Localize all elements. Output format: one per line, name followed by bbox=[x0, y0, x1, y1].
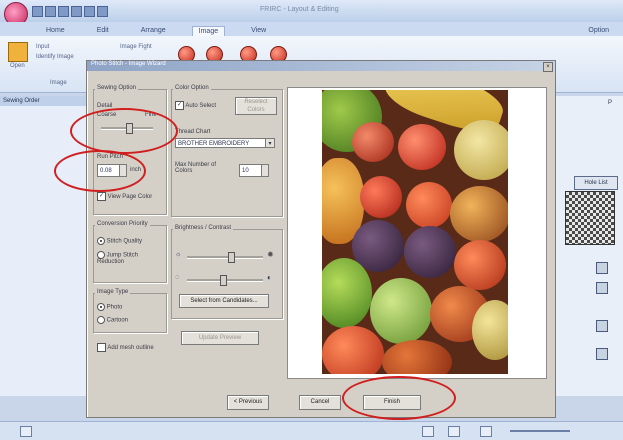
print-icon[interactable] bbox=[97, 6, 108, 17]
scroll-left-button[interactable] bbox=[20, 426, 32, 437]
sewing-option-label: Sewing Option bbox=[95, 85, 139, 91]
save-icon[interactable] bbox=[58, 6, 69, 17]
photo-label: Photo bbox=[106, 304, 123, 311]
zoom-slider[interactable] bbox=[510, 430, 570, 432]
annotation-circle-detail bbox=[70, 108, 178, 154]
add-mesh-outline-label: Add mesh outline bbox=[107, 345, 154, 352]
max-colors-label: Max Number of Colors bbox=[175, 162, 217, 174]
redo-icon[interactable] bbox=[84, 6, 95, 17]
annotation-circle-run-pitch bbox=[54, 150, 146, 192]
brightness-slider[interactable] bbox=[187, 252, 263, 263]
cartoon-label: Cartoon bbox=[106, 317, 129, 324]
add-mesh-outline-checkbox[interactable]: Add mesh outline bbox=[97, 343, 154, 352]
checkbox-checked-icon[interactable]: ✓ bbox=[97, 192, 106, 201]
chevron-down-icon[interactable]: ▾ bbox=[265, 139, 274, 147]
ribbon-tabs: Home Edit Arrange Image View bbox=[40, 26, 272, 36]
open-label: Open bbox=[10, 63, 25, 69]
hole-list-button[interactable]: Hole List bbox=[574, 176, 618, 190]
radio-photo[interactable]: Photo bbox=[97, 303, 122, 311]
contrast-slider-thumb[interactable] bbox=[220, 275, 227, 286]
thread-chart-value: BROTHER EMBROIDERY bbox=[178, 141, 250, 147]
tab-view[interactable]: View bbox=[245, 26, 272, 36]
brightness-slider-thumb[interactable] bbox=[228, 252, 235, 263]
quick-access-toolbar bbox=[32, 6, 108, 17]
pane-tool-icon[interactable] bbox=[596, 282, 608, 294]
color-option-label: Color Option bbox=[173, 85, 211, 91]
auto-select-label: Auto Select bbox=[185, 103, 217, 110]
window-title: FRIRC - Layout & Editing bbox=[260, 6, 339, 13]
image-preview-panel bbox=[287, 87, 547, 379]
close-icon[interactable]: × bbox=[543, 62, 553, 72]
auto-select-checkbox[interactable]: ✓ Auto Select bbox=[175, 101, 216, 110]
previous-button[interactable]: < Previous bbox=[227, 395, 269, 410]
right-pane-label: P bbox=[608, 100, 613, 106]
tab-image[interactable]: Image bbox=[191, 26, 226, 36]
reselect-colors-button[interactable]: Reselect Colors bbox=[235, 97, 277, 115]
fruit-photo-preview bbox=[322, 90, 508, 374]
stitch-quality-label: Stitch Quality bbox=[106, 238, 143, 245]
tab-home[interactable]: Home bbox=[40, 26, 71, 36]
ribbon-group-label: Image bbox=[50, 80, 67, 86]
page-nav-button[interactable] bbox=[422, 426, 434, 437]
contrast-low-icon: ◌ bbox=[175, 274, 180, 281]
radio-stitch-quality[interactable]: Stitch Quality bbox=[97, 237, 142, 245]
max-colors-value: 10 bbox=[242, 167, 249, 174]
view-page-color-label: View Page Color bbox=[107, 194, 153, 201]
page-nav-button[interactable] bbox=[448, 426, 460, 437]
max-colors-stepper[interactable]: 10 bbox=[239, 164, 269, 177]
ribbon-fight-button[interactable]: Image Fight bbox=[120, 44, 152, 50]
sewing-order-title: Sewing Order bbox=[0, 96, 86, 106]
options-menu[interactable]: Option bbox=[588, 27, 609, 34]
checkbox-icon[interactable] bbox=[97, 343, 106, 352]
page-nav-button[interactable] bbox=[480, 426, 492, 437]
dialog-title: Photo Stitch - Image Wizard bbox=[87, 61, 555, 71]
contrast-high-icon: ◐ bbox=[267, 273, 272, 282]
brightness-low-icon: ☼ bbox=[175, 251, 182, 258]
checkbox-checked-icon[interactable]: ✓ bbox=[175, 101, 184, 110]
conversion-priority-label: Conversion Priority bbox=[95, 221, 150, 227]
radio-selected-icon[interactable] bbox=[97, 237, 105, 245]
ribbon-input-button[interactable]: Input bbox=[36, 44, 49, 50]
undo-icon[interactable] bbox=[71, 6, 82, 17]
pane-tool-icon[interactable] bbox=[596, 320, 608, 332]
radio-icon[interactable] bbox=[97, 316, 105, 324]
thread-chart-select[interactable]: BROTHER EMBROIDERY ▾ bbox=[175, 138, 275, 148]
open-icon[interactable] bbox=[45, 6, 56, 17]
select-from-candidates-button[interactable]: Select from Candidates... bbox=[179, 294, 269, 308]
pane-tool-icon[interactable] bbox=[596, 348, 608, 360]
radio-jump-stitch-reduction[interactable]: Jump Stitch Reduction bbox=[97, 251, 161, 265]
radio-cartoon[interactable]: Cartoon bbox=[97, 316, 128, 324]
annotation-circle-finish bbox=[342, 376, 456, 420]
tab-arrange[interactable]: Arrange bbox=[135, 26, 172, 36]
thread-chart-label: Thread Chart bbox=[175, 129, 211, 135]
update-preview-button[interactable]: Update Preview bbox=[181, 331, 259, 345]
open-image-icon[interactable] bbox=[8, 42, 28, 62]
view-page-color-checkbox[interactable]: ✓ View Page Color bbox=[97, 192, 152, 201]
new-icon[interactable] bbox=[32, 6, 43, 17]
brightness-contrast-label: Brightness / Contrast bbox=[173, 225, 234, 231]
image-type-label: Image Type bbox=[95, 289, 131, 295]
spin-arrows-icon[interactable] bbox=[261, 165, 268, 176]
contrast-slider[interactable] bbox=[187, 275, 263, 286]
right-pane: P bbox=[554, 96, 623, 396]
tab-edit[interactable]: Edit bbox=[91, 26, 115, 36]
image-type-group bbox=[93, 293, 167, 333]
pattern-thumbnail bbox=[565, 191, 615, 245]
sewing-order-pane: Sewing Order bbox=[0, 96, 87, 396]
radio-selected-icon[interactable] bbox=[97, 303, 105, 311]
cancel-button[interactable]: Cancel bbox=[299, 395, 341, 410]
ribbon-identify-button[interactable]: Identify Image bbox=[36, 54, 74, 60]
radio-icon[interactable] bbox=[97, 251, 105, 259]
status-bar bbox=[0, 421, 623, 440]
brightness-high-icon: ✹ bbox=[267, 250, 274, 259]
pane-tool-icon[interactable] bbox=[596, 262, 608, 274]
